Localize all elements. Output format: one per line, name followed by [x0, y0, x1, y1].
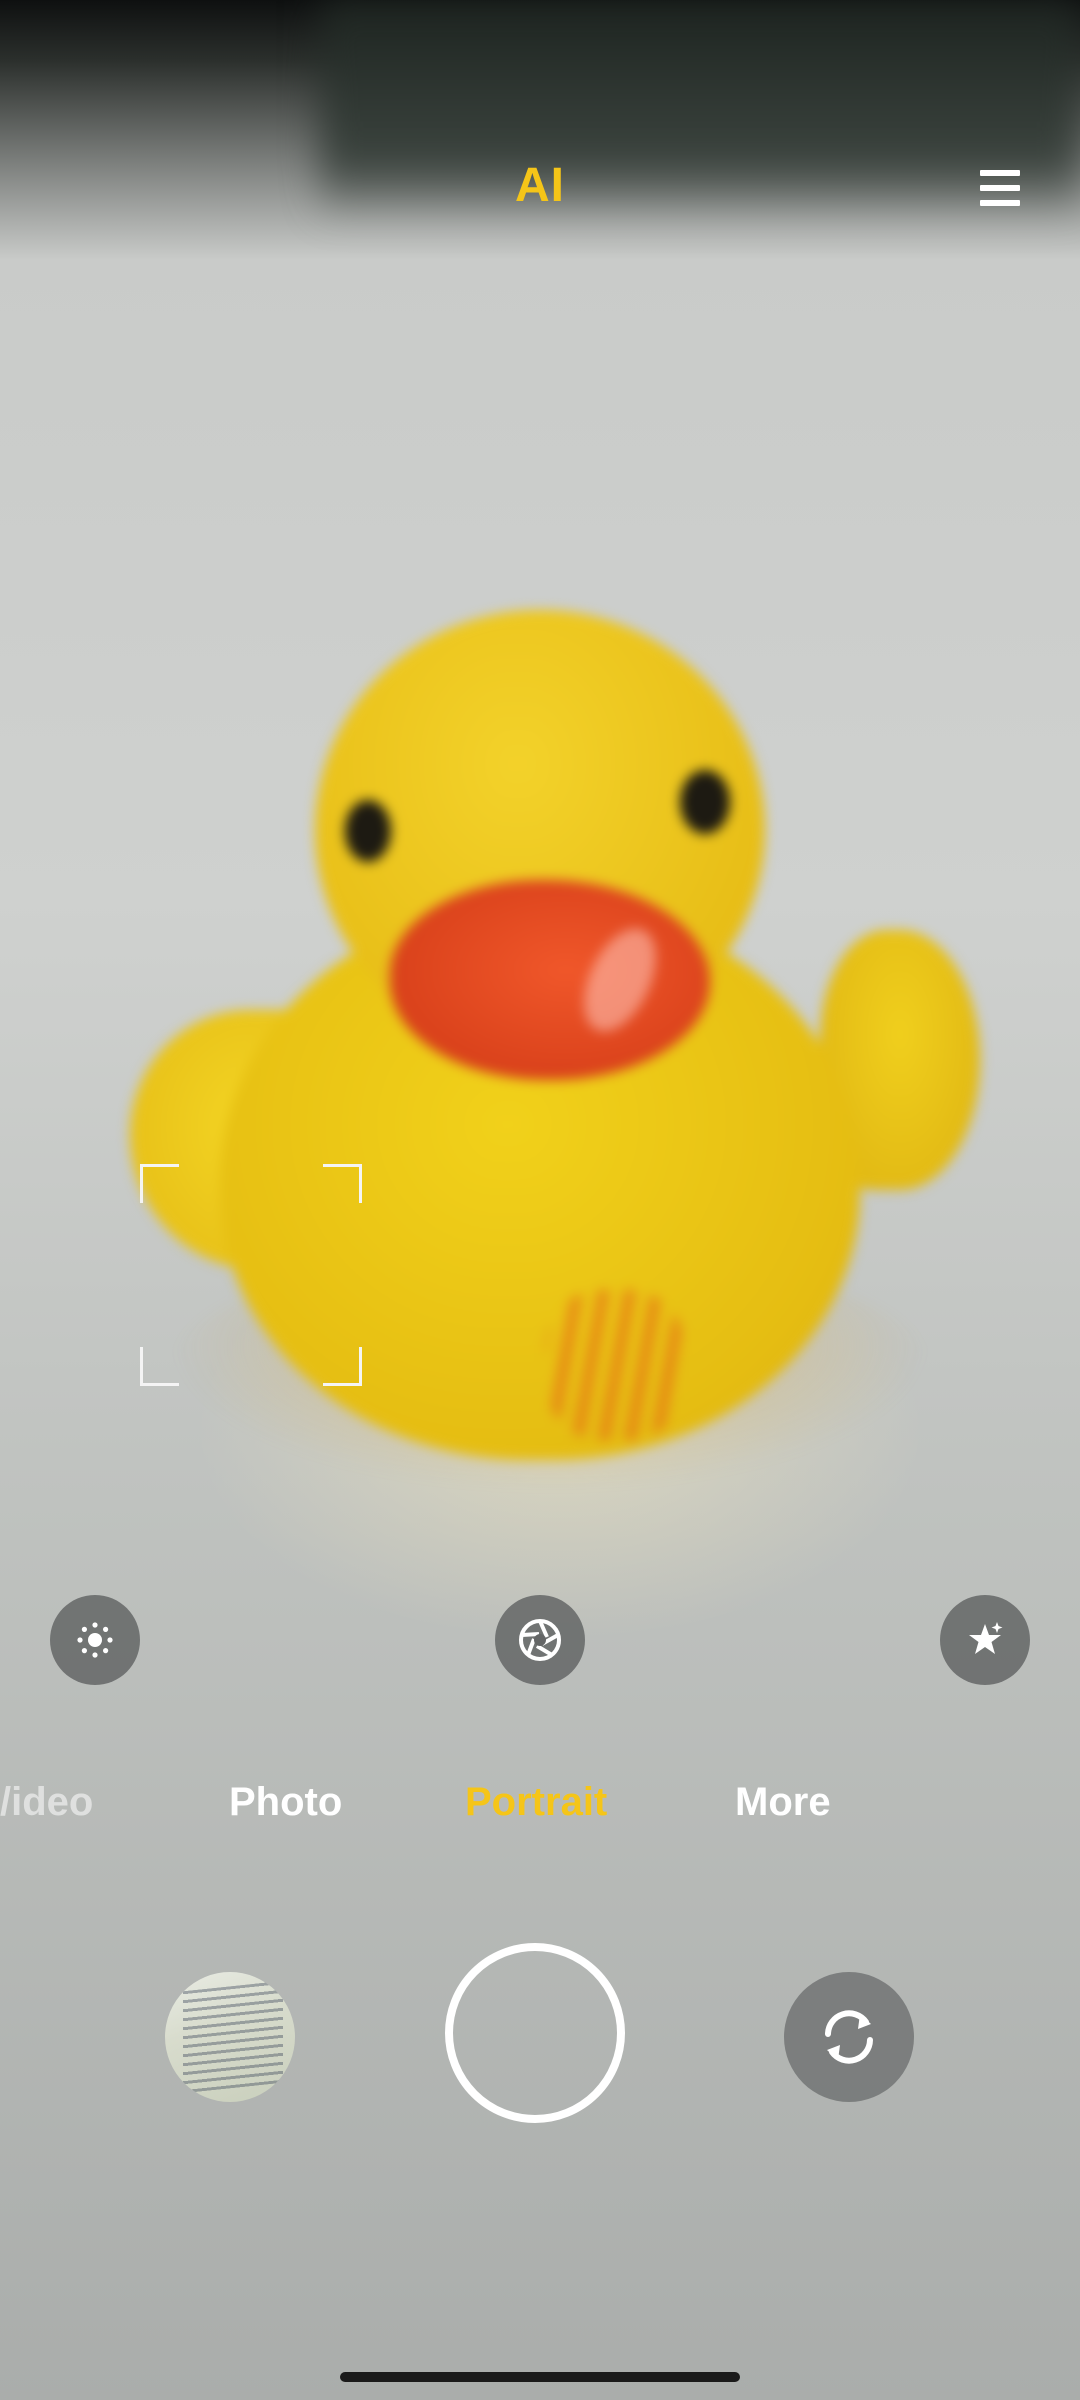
menu-icon[interactable]: [980, 170, 1020, 206]
mode-video[interactable]: /ideo: [0, 1780, 93, 1825]
aperture-button[interactable]: [495, 1595, 585, 1685]
brightness-button[interactable]: [50, 1595, 140, 1685]
focus-frame: [140, 1164, 362, 1386]
beautify-icon: [969, 1622, 1003, 1654]
ai-mode-toggle[interactable]: AI: [0, 158, 1080, 213]
mode-portrait[interactable]: Portrait: [465, 1780, 607, 1825]
switch-camera-button[interactable]: [784, 1972, 914, 2102]
gallery-thumbnail[interactable]: [165, 1972, 295, 2102]
beautify-button[interactable]: [940, 1595, 1030, 1685]
brightness-icon: [77, 1622, 113, 1658]
home-indicator[interactable]: [340, 2372, 740, 2382]
mode-photo[interactable]: Photo: [229, 1780, 342, 1825]
aperture-icon: [519, 1619, 561, 1661]
mode-more[interactable]: More: [735, 1780, 831, 1825]
switch-camera-icon: [825, 2010, 873, 2064]
shutter-button[interactable]: [445, 1943, 625, 2123]
mode-selector[interactable]: /ideo Photo Portrait More: [0, 1780, 1080, 1840]
